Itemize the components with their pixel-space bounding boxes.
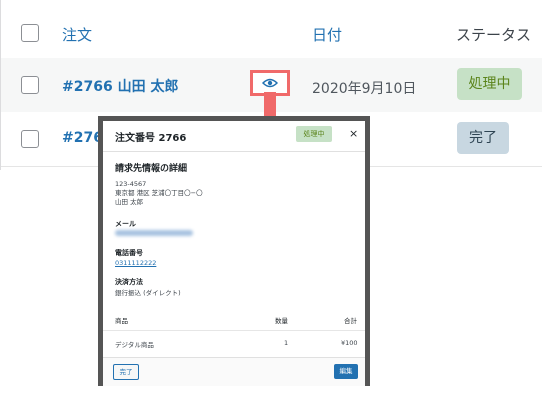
billing-address: 123-4567 東京都 港区 芝浦〇丁目〇−〇 山田 太郎 (115, 180, 203, 207)
eye-icon (262, 78, 278, 88)
order-date: 2020年9月10日 (312, 81, 417, 97)
address-line: 東京都 港区 芝浦〇丁目〇−〇 (115, 189, 203, 197)
modal-footer: 完了 編集 (103, 357, 365, 386)
email-value-blurred[interactable] (115, 230, 193, 236)
row-checkbox[interactable] (21, 76, 39, 94)
close-icon[interactable]: × (349, 127, 358, 140)
items-header-total: 合計 (344, 317, 357, 325)
items-header-qty: 数量 (275, 317, 288, 325)
status-badge: 処理中 (457, 68, 522, 100)
billing-heading: 請求先情報の詳細 (115, 164, 188, 174)
column-status: ステータス (456, 26, 532, 44)
column-order[interactable]: 注文 (62, 24, 92, 45)
table-header: 注文 日付 ステータス (1, 0, 542, 63)
email-label: メール (115, 220, 136, 228)
modal-status-badge: 処理中 (296, 126, 332, 142)
address-line: 123-4567 (115, 180, 147, 188)
edit-button[interactable]: 編集 (334, 364, 358, 379)
order-link[interactable]: #2766 山田 太郎 (62, 76, 178, 96)
payment-label: 決済方法 (115, 278, 143, 286)
column-date[interactable]: 日付 (312, 24, 342, 45)
item-total: ¥100 (341, 339, 358, 347)
status-badge: 完了 (457, 122, 509, 154)
row-checkbox[interactable] (21, 130, 39, 148)
items-header-product: 商品 (115, 317, 128, 325)
select-all-checkbox[interactable] (21, 24, 39, 42)
phone-link[interactable]: 0311112222 (115, 259, 156, 267)
order-preview-modal: 注文番号 2766 処理中 × 請求先情報の詳細 123-4567 東京都 港区… (98, 116, 370, 386)
modal-header: 注文番号 2766 処理中 × (103, 121, 365, 152)
item-product: デジタル商品 (115, 341, 154, 349)
payment-method: 銀行振込 (ダイレクト) (115, 289, 181, 297)
phone-label: 電話番号 (115, 249, 143, 257)
address-line: 山田 太郎 (115, 198, 144, 206)
complete-button[interactable]: 完了 (113, 364, 139, 380)
divider (103, 330, 365, 331)
item-qty: 1 (284, 339, 289, 347)
modal-title: 注文番号 2766 (115, 133, 187, 144)
